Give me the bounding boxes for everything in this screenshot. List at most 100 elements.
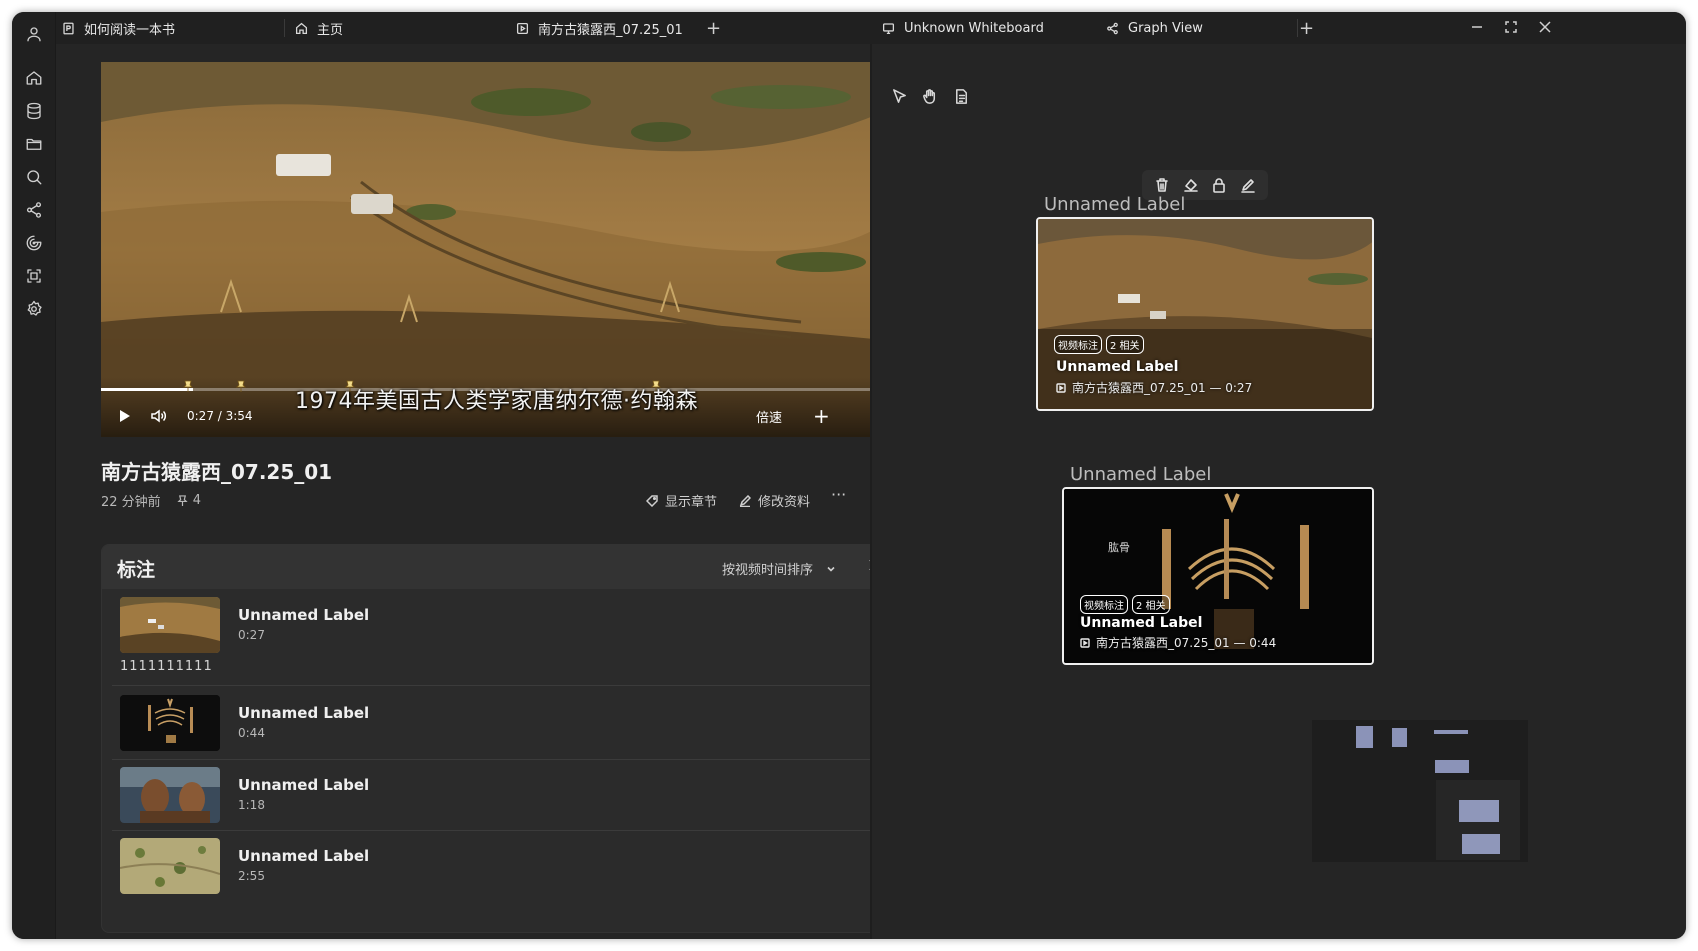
tab-label: Graph View	[1128, 20, 1203, 36]
graph-icon	[1107, 22, 1118, 34]
tab-book[interactable]: 如何阅读一本书	[62, 12, 175, 44]
annotation-time: 0:44	[238, 726, 265, 740]
card-name: Unnamed Label	[1080, 615, 1203, 631]
annotation-item[interactable]: Unnamed Label 1:18 ···	[118, 767, 895, 827]
minimap-node	[1356, 726, 1373, 748]
tab-separator	[284, 19, 285, 37]
pin-count-value: 4	[192, 493, 201, 508]
tab-bar: 如何阅读一本书 主页 南方古猿露西_07.25_01 + Unknown Whi…	[56, 12, 1686, 44]
chip-video-annotation: 视频标注	[1054, 335, 1102, 354]
tab-label: 如何阅读一本书	[84, 22, 176, 38]
video-meta: 22 分钟前 4	[101, 491, 201, 510]
card-name: Unnamed Label	[1056, 359, 1179, 375]
annotation-label: Unnamed Label	[238, 776, 370, 794]
trash-icon[interactable]	[1154, 177, 1170, 193]
add-tab-button-right[interactable]: +	[1299, 12, 1314, 44]
video-icon	[1080, 637, 1090, 648]
annotation-item[interactable]: Unnamed Label 0:44 ···	[118, 695, 895, 755]
whiteboard-card[interactable]: 肱骨 视频标注 2 相关 Unnamed Label 南方古猿露西_07.25_…	[1062, 487, 1374, 665]
scan-icon[interactable]	[22, 264, 46, 288]
annotation-label: Unnamed Label	[238, 606, 370, 624]
user-icon[interactable]	[22, 22, 46, 46]
edit-info-button[interactable]: 修改资料	[739, 491, 810, 510]
search-icon[interactable]	[22, 165, 46, 189]
document-p-icon	[63, 22, 74, 34]
card-source-text: 南方古猿露西_07.25_01 — 0:44	[1096, 636, 1277, 650]
pin-count: 4	[177, 493, 201, 508]
chevron-down-icon	[827, 566, 835, 572]
add-tab-button[interactable]: +	[706, 12, 721, 44]
panel-header: 标注 按视频时间排序	[102, 545, 904, 589]
database-icon[interactable]	[22, 99, 46, 123]
show-chapters-label: 显示章节	[665, 495, 718, 510]
annotation-marker[interactable]	[183, 377, 193, 392]
spiral-icon[interactable]	[22, 231, 46, 255]
tab-home[interactable]: 主页	[295, 12, 343, 44]
minimap-node	[1434, 730, 1468, 734]
tab-graph-view[interactable]: Graph View	[1106, 12, 1203, 44]
chip-related: 2 相关	[1132, 595, 1170, 614]
tab-video[interactable]: 南方古猿露西_07.25_01	[516, 12, 683, 44]
chip-video-annotation: 视频标注	[1080, 595, 1128, 614]
annotation-time: 2:55	[238, 869, 265, 883]
annotation-thumbnail	[120, 597, 220, 653]
minimap-node	[1435, 760, 1469, 773]
card-outer-label: Unnamed Label	[1070, 464, 1212, 485]
card-source: 南方古猿露西_07.25_01 — 0:27	[1056, 379, 1252, 396]
tab-label: 南方古猿露西_07.25_01	[538, 22, 683, 38]
whiteboard-canvas[interactable]: Unnamed Label 视频标注 2 相关 Unnamed Label 南方…	[872, 44, 1686, 939]
annotation-label: Unnamed Label	[238, 704, 370, 722]
video-title: 南方古猿露西_07.25_01	[101, 460, 333, 484]
fill-icon[interactable]	[1183, 177, 1199, 193]
video-pane: 1974年美国古人类学家唐纳尔德·约翰森 0:27 / 3:54 倍速 + 南方…	[56, 44, 927, 939]
panel-title: 标注	[117, 559, 156, 581]
video-age: 22 分钟前	[101, 495, 161, 510]
volume-icon	[151, 409, 166, 423]
annotation-thumbnail	[120, 695, 220, 751]
card-chips: 视频标注 2 相关	[1080, 595, 1170, 614]
annotation-item[interactable]: Unnamed Label 2:55 ···	[118, 838, 895, 898]
whiteboard-icon	[882, 22, 895, 34]
close-window-button[interactable]	[1538, 19, 1556, 37]
tab-label: 主页	[317, 22, 344, 38]
add-annotation-button[interactable]: +	[813, 404, 830, 428]
video-time: 0:27 / 3:54	[187, 409, 253, 423]
graph-icon[interactable]	[22, 198, 46, 222]
edit-info-label: 修改资料	[758, 495, 811, 510]
lock-icon[interactable]	[1211, 177, 1227, 193]
hand-tool[interactable]	[916, 82, 944, 110]
sort-dropdown[interactable]: 按视频时间排序	[722, 559, 837, 578]
pin-icon	[177, 495, 188, 506]
edit-icon[interactable]	[1240, 177, 1256, 193]
maximize-button[interactable]	[1504, 19, 1522, 37]
whiteboard-card[interactable]: 视频标注 2 相关 Unnamed Label 南方古猿露西_07.25_01 …	[1036, 217, 1374, 411]
app-window: 如何阅读一本书 主页 南方古猿露西_07.25_01 + Unknown Whi…	[12, 12, 1686, 939]
speed-button[interactable]: 倍速	[756, 405, 782, 427]
minimize-button[interactable]	[1470, 19, 1488, 37]
play-button[interactable]	[115, 405, 133, 427]
card-chips: 视频标注 2 相关	[1054, 335, 1144, 354]
annotation-thumbnail	[120, 767, 220, 823]
volume-button[interactable]	[149, 405, 167, 427]
card-source-text: 南方古猿露西_07.25_01 — 0:27	[1072, 381, 1253, 395]
note-icon	[955, 88, 967, 104]
minimap-viewport[interactable]	[1436, 780, 1520, 860]
home-icon[interactable]	[22, 66, 46, 90]
settings-icon[interactable]	[22, 297, 46, 321]
annotation-item[interactable]: Unnamed Label 0:27 ··· 1111111111	[118, 597, 895, 681]
pointer-tool[interactable]	[885, 82, 913, 110]
folder-icon[interactable]	[22, 132, 46, 156]
show-chapters-button[interactable]: 显示章节	[646, 491, 717, 510]
progress-fill	[101, 388, 194, 391]
edit-icon	[739, 494, 751, 507]
note-tool[interactable]	[947, 82, 975, 110]
minimap[interactable]	[1312, 720, 1528, 862]
video-icon	[1056, 382, 1066, 393]
annotation-marker[interactable]	[236, 377, 246, 392]
tab-label: Unknown Whiteboard	[904, 20, 1044, 36]
more-button[interactable]: ···	[831, 485, 846, 504]
video-subtitle: 1974年美国古人类学家唐纳尔德·约翰森	[295, 389, 698, 414]
tab-whiteboard[interactable]: Unknown Whiteboard	[882, 12, 1044, 44]
video-player[interactable]: 1974年美国古人类学家唐纳尔德·约翰森 0:27 / 3:54 倍速 +	[101, 62, 905, 437]
divider	[112, 685, 892, 686]
